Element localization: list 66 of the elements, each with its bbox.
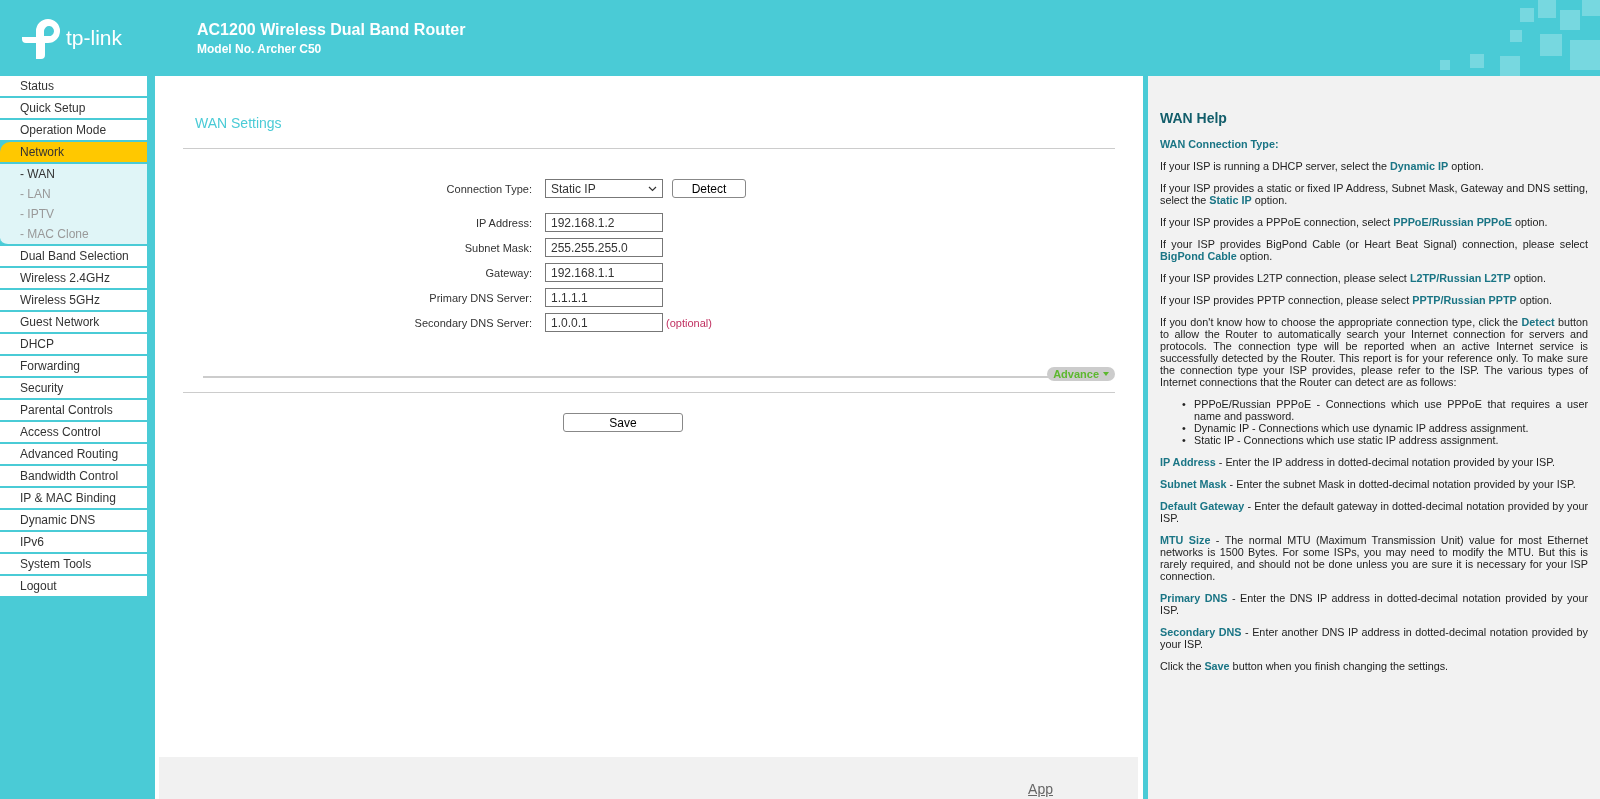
menu-item[interactable]: Wireless 2.4GHz (0, 268, 147, 290)
optional-note: (optional) (666, 316, 712, 329)
logo-text: tp-link (66, 26, 123, 50)
help-subtitle: WAN Connection Type: (1160, 138, 1280, 150)
menu-item[interactable]: Guest Network (0, 312, 147, 334)
help-paragraph: If you don't know how to choose the appropriate connection type, click the Detect button to allow the Router to automatically search your Internet connection for servers and protocols. The connection type will be reported when an active Internet service is successfully detected by the Router. This report is for your reference only. To make sure the connection type your ISP provides, please refer to the ISP. The various types of Internet connections that the Router can detect are as follows: (1160, 316, 1588, 388)
menu-item[interactable]: Forwarding (0, 356, 147, 378)
chevron-icon (648, 185, 657, 192)
menu-item[interactable]: Status (0, 76, 147, 98)
menu-item[interactable]: Operation Mode (0, 120, 147, 142)
help-paragraph: If your ISP provides L2TP connection, please select L2TP/Russian L2TP option. (1160, 272, 1548, 284)
save-button[interactable]: Save (563, 413, 683, 432)
field-label: Secondary DNS Server: (413, 316, 533, 329)
menu-item[interactable]: IPv6 (0, 532, 147, 554)
help-paragraph: If your ISP provides a PPPoE connection, select PPPoE/Russian PPPoE option. (1160, 216, 1549, 228)
menu-item[interactable]: Access Control (0, 422, 147, 444)
help-title: WAN Help (1160, 110, 1228, 126)
help-bullet: Dynamic IP - Connections which use dynamic IP address assignment. (1194, 422, 1530, 434)
menu-item[interactable]: Dynamic DNS (0, 510, 147, 532)
input-field[interactable]: 192.168.1.1 (545, 263, 663, 282)
help-bullet: Static IP - Connections which use static IP address assignment. (1194, 434, 1500, 446)
field-label: Gateway: (484, 266, 533, 279)
help-paragraph: Click the Save button when you finish changing the settings. (1160, 660, 1450, 672)
field-label: Subnet Mask: (463, 241, 533, 254)
menu-item[interactable]: DHCP (0, 334, 147, 356)
page-title: WAN Settings (195, 115, 282, 131)
help-paragraph: If your ISP provides PPTP connection, please select PPTP/Russian PPTP option. (1160, 294, 1554, 306)
help-paragraph: Secondary DNS - Enter another DNS IP address in dotted-decimal notation provided by your ISP. (1160, 626, 1588, 650)
menu-item[interactable]: Bandwidth Control (0, 466, 147, 488)
menu-item[interactable]: Wireless 5GHz (0, 290, 147, 312)
menu-item[interactable]: Advanced Routing (0, 444, 147, 466)
app-link[interactable]: App (1028, 781, 1053, 799)
help-paragraph: Primary DNS - Enter the DNS IP address in dotted-decimal notation provided by your ISP. (1160, 592, 1588, 616)
help-paragraph: If your ISP is running a DHCP server, select the Dynamic IP option. (1160, 160, 1485, 172)
bullet-marker: • (1182, 398, 1187, 412)
help-paragraph: Default Gateway - Enter the default gateway in dotted-decimal notation provided by your ISP. (1160, 500, 1588, 524)
input-field[interactable]: 192.168.1.2 (545, 213, 663, 232)
detect-button[interactable]: Detect (672, 179, 746, 198)
menu-item[interactable]: Dual Band Selection (0, 246, 147, 268)
help-paragraph: If your ISP provides a static or fixed IP Address, Subnet Mask, Gateway and DNS setting, select the Static IP option. (1160, 182, 1588, 206)
menu-item[interactable]: Logout (0, 576, 147, 598)
menu-item[interactable]: Network (0, 142, 147, 164)
help-bullet: PPPoE/Russian PPPoE - Connections which use PPPoE that requires a user name and password. (1194, 398, 1588, 422)
menu-item[interactable]: Parental Controls (0, 400, 147, 422)
field-label: Connection Type: (445, 182, 533, 195)
logo-icon (20, 17, 62, 59)
router-title: AC1200 Wireless Dual Band Router (197, 20, 466, 39)
input-field[interactable]: 1.1.1.1 (545, 288, 663, 307)
model-number: Model No. Archer C50 (197, 41, 323, 56)
bullet-marker: • (1182, 434, 1187, 446)
menu-item[interactable]: Security (0, 378, 147, 400)
caret-icon (1103, 372, 1109, 376)
help-paragraph: IP Address - Enter the IP address in dotted-decimal notation provided by your ISP. (1160, 456, 1557, 468)
menu-item[interactable]: Quick Setup (0, 98, 147, 120)
help-paragraph: Subnet Mask - Enter the subnet Mask in dotted-decimal notation provided by your ISP. (1160, 478, 1577, 490)
menu-item[interactable]: System Tools (0, 554, 147, 576)
help-paragraph: MTU Size - The normal MTU (Maximum Transmission Unit) value for most Ethernet networks is 1500 Bytes. For some ISPs, you may need to modify the MTU. But this is rarely required, and should not be done unless you are sure it is necessary for your ISP connection. (1160, 534, 1588, 582)
bullet-marker: • (1182, 422, 1187, 434)
menu-item[interactable]: IP & MAC Binding (0, 488, 147, 510)
submenu-item[interactable]: - WAN (0, 164, 147, 184)
field-label: IP Address: (474, 216, 533, 229)
connection-type-dropdown[interactable]: Static IP (545, 179, 663, 198)
field-label: Primary DNS Server: (428, 291, 533, 304)
input-field[interactable]: 1.0.0.1 (545, 313, 663, 332)
input-field[interactable]: 255.255.255.0 (545, 238, 663, 257)
help-paragraph: If your ISP provides BigPond Cable (or Heart Beat Signal) connection, please select BigPond Cable option. (1160, 238, 1588, 262)
